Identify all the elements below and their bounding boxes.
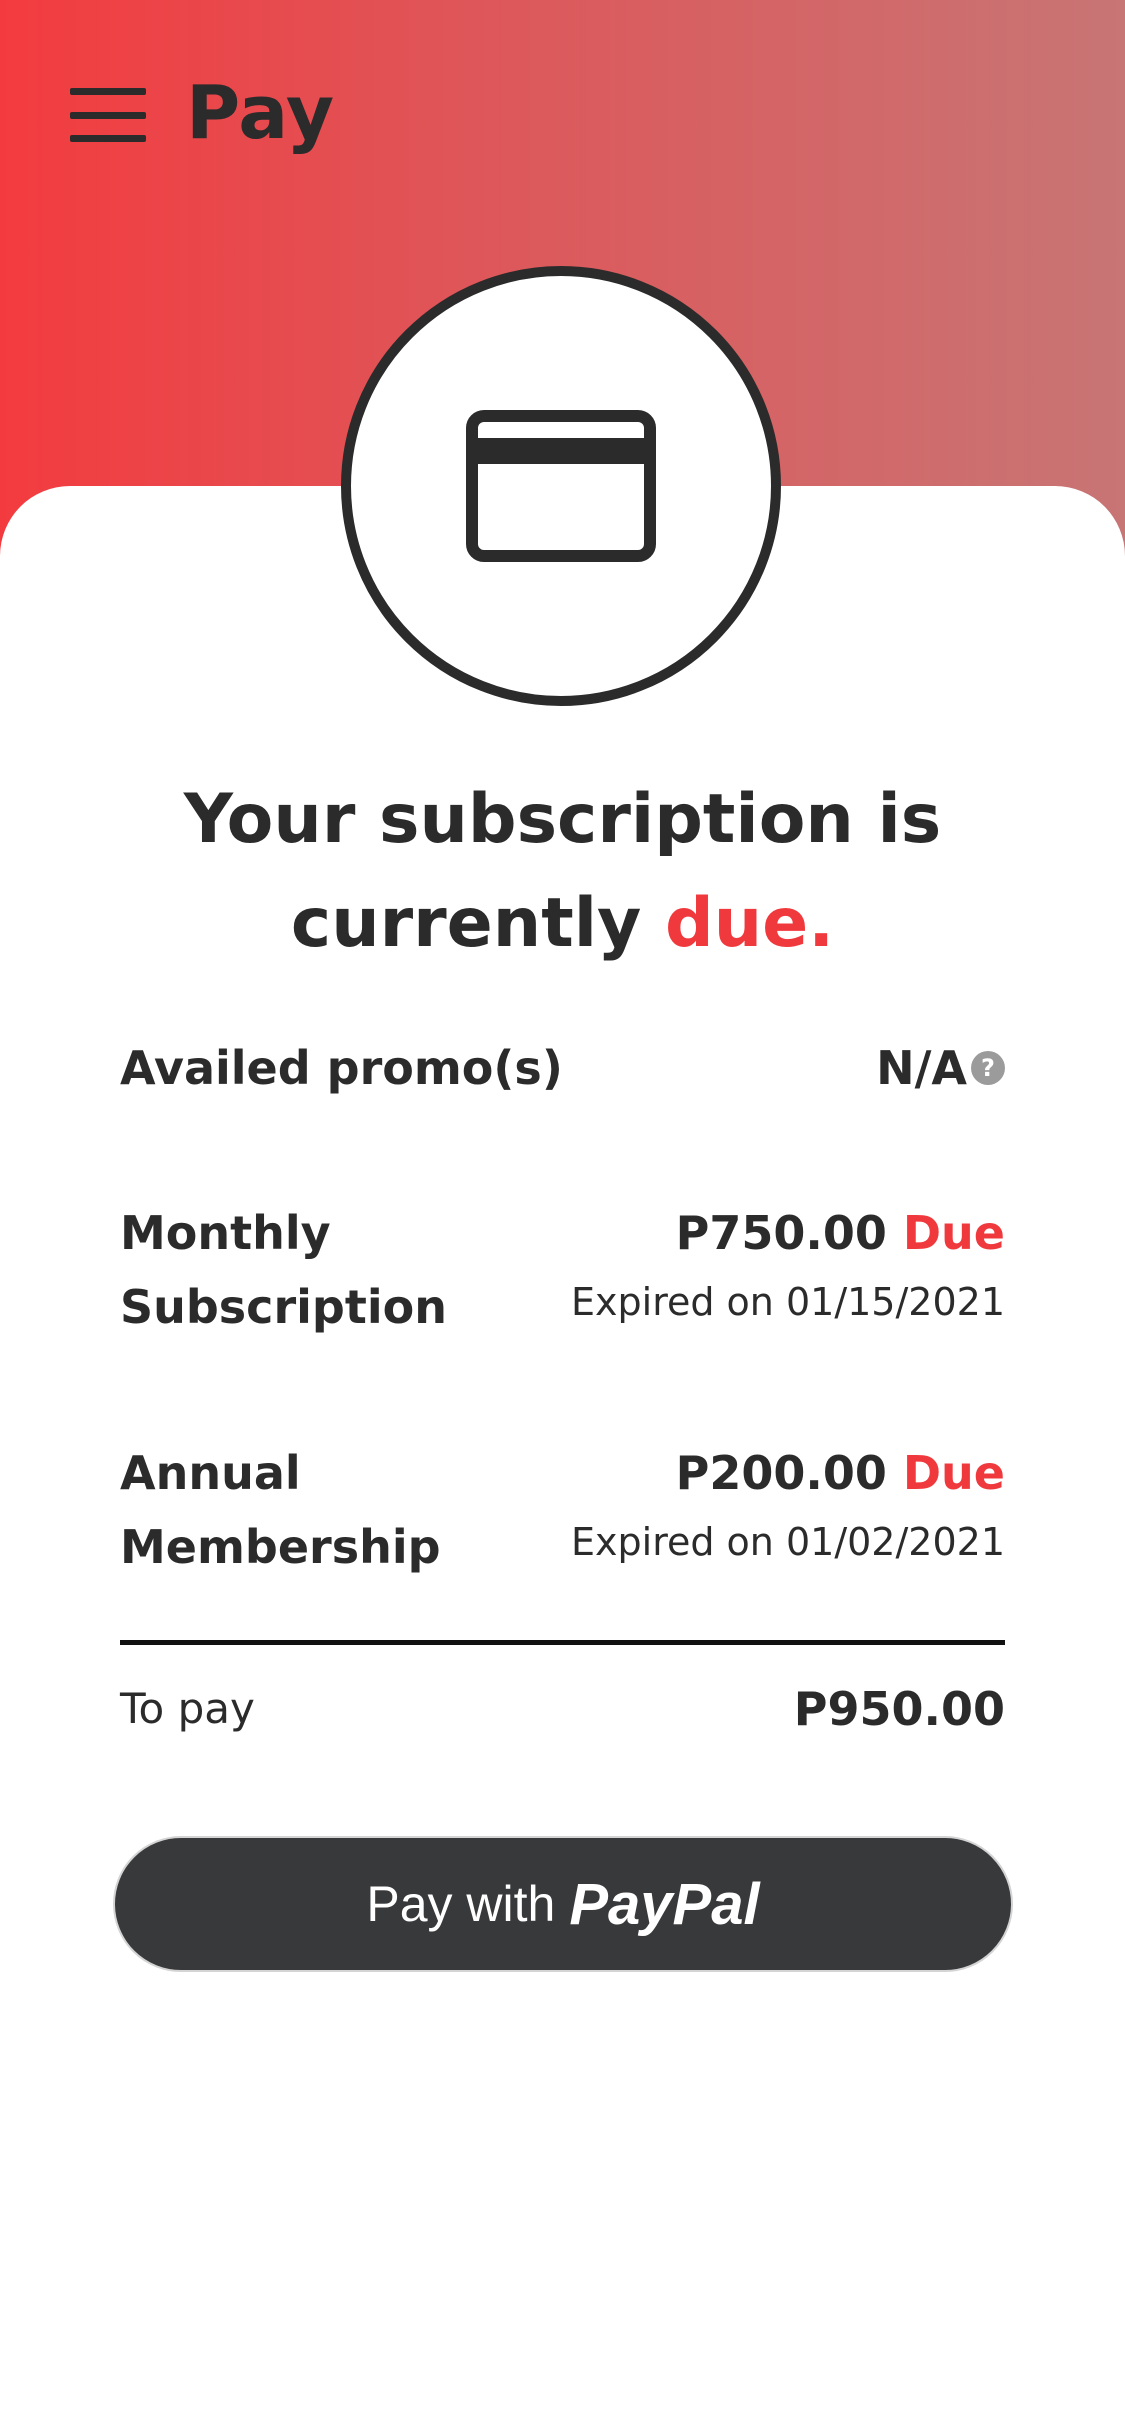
item-value: P750.00 Due Expired on 01/15/2021 (571, 1196, 1005, 1334)
expiry-date: Expired on 01/02/2021 (571, 1520, 1005, 1564)
line-item: Monthly Subscription P750.00 Due Expired… (120, 1196, 1005, 1344)
item-label-line: Membership (120, 1520, 441, 1574)
paypal-logo: PayPal (569, 1871, 760, 1937)
help-icon[interactable]: ? (971, 1051, 1005, 1085)
expiry-date: Expired on 01/15/2021 (571, 1280, 1005, 1324)
total-label: To pay (120, 1684, 255, 1733)
due-badge: Due (902, 1446, 1005, 1500)
promo-value-wrap: N/A ? (876, 1031, 1005, 1105)
item-amount-line: P200.00 Due (571, 1436, 1005, 1510)
item-amount-line: P750.00 Due (571, 1196, 1005, 1270)
promo-label: Availed promo(s) (120, 1041, 563, 1095)
item-amount: P200.00 (675, 1446, 887, 1500)
headline-line1: Your subscription is (183, 780, 942, 859)
line-item: Annual Membership P200.00 Due Expired on… (120, 1436, 1005, 1584)
headline-accent: due. (665, 884, 835, 963)
menu-bar (70, 88, 146, 95)
headline-prefix: currently (290, 884, 642, 963)
item-label: Monthly Subscription (120, 1196, 447, 1344)
credit-card-icon (466, 410, 656, 562)
menu-bar (70, 135, 146, 142)
menu-icon[interactable] (70, 88, 146, 142)
status-headline: Your subscription is currently due. (80, 768, 1045, 976)
menu-bar (70, 111, 146, 119)
promo-row: Availed promo(s) N/A ? (120, 1031, 1005, 1105)
due-badge: Due (902, 1206, 1005, 1260)
total-row: To pay P950.00 (120, 1672, 1005, 1746)
item-label-line: Subscription (120, 1280, 447, 1334)
promo-value: N/A (876, 1041, 967, 1095)
item-value: P200.00 Due Expired on 01/02/2021 (571, 1436, 1005, 1574)
pay-button-prefix: Pay with (366, 1876, 556, 1932)
pay-with-paypal-button[interactable]: Pay with PayPal (113, 1836, 1013, 1972)
card-badge (341, 266, 781, 706)
item-amount: P750.00 (675, 1206, 887, 1260)
item-label-line: Annual (120, 1446, 301, 1500)
headline-line2: currently due. (80, 872, 1045, 976)
item-label: Annual Membership (120, 1436, 441, 1584)
total-amount: P950.00 (793, 1682, 1005, 1736)
item-label-line: Monthly (120, 1206, 331, 1260)
total-divider (120, 1640, 1005, 1645)
page-title: Pay (186, 70, 335, 156)
